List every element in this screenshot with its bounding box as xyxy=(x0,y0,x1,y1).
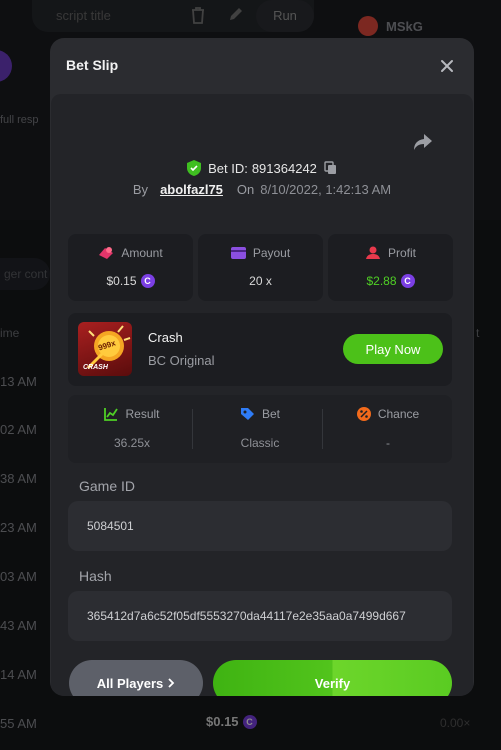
hash-label: Hash xyxy=(79,568,112,584)
result-label: Result xyxy=(125,407,160,421)
payout-label: Payout xyxy=(252,246,291,260)
bet-author-row: By abolfazl75 On 8/10/2022, 1:42:13 AM xyxy=(51,182,473,197)
chevron-right-icon xyxy=(168,678,175,688)
payout-stat: Payout 20 x xyxy=(198,234,323,301)
game-id-field[interactable]: 5084501 xyxy=(68,501,452,551)
result-column: Result 36.25x xyxy=(68,395,196,463)
coin-icon: C xyxy=(400,274,415,288)
all-players-button[interactable]: All Players xyxy=(69,660,203,696)
crash-game-thumbnail[interactable]: 999x CRASH xyxy=(78,322,132,376)
amount-stat: Amount $0.15 C xyxy=(68,234,193,301)
bet-id-row: Bet ID: 891364242 xyxy=(51,160,473,176)
divider xyxy=(322,409,323,449)
profit-label: Profit xyxy=(387,246,416,260)
chance-label: Chance xyxy=(377,407,420,421)
bet-slip-modal: Bet Slip Bet ID: 891364242 By abolfazl75… xyxy=(50,38,474,696)
bet-label: Bet xyxy=(261,407,280,421)
all-players-label: All Players xyxy=(96,675,164,691)
close-icon[interactable] xyxy=(438,57,456,75)
modal-header: Bet Slip xyxy=(50,38,474,94)
crash-thumb-caption: CRASH xyxy=(83,364,108,371)
modal-title: Bet Slip xyxy=(66,57,119,73)
copy-icon[interactable] xyxy=(324,161,337,175)
shield-check-icon xyxy=(187,160,202,176)
play-now-button[interactable]: Play Now xyxy=(343,334,443,364)
game-provider: BC Original xyxy=(148,353,215,368)
bet-details-panel: Bet ID: 891364242 By abolfazl75 On 8/10/… xyxy=(50,94,474,696)
bet-id-label: Bet ID: xyxy=(208,160,248,176)
result-chart-icon xyxy=(104,408,119,421)
bet-details-card: Bet ID: 891364242 By abolfazl75 On 8/10/… xyxy=(51,94,473,696)
divider xyxy=(192,409,193,449)
payout-icon xyxy=(230,247,246,259)
result-row: Result 36.25x Bet Classic Chance - xyxy=(68,395,452,463)
by-label: By xyxy=(132,182,149,197)
percent-icon xyxy=(356,407,371,421)
profit-value: $2.88 xyxy=(366,274,397,288)
chance-column: Chance - xyxy=(324,395,452,463)
amount-icon xyxy=(99,247,114,259)
hash-field[interactable]: 365412d7a6c52f05df5553270da44117e2e35aa0… xyxy=(68,591,452,641)
bet-tag-icon xyxy=(240,408,254,420)
game-id-label: Game ID xyxy=(79,478,136,494)
result-value: 36.25x xyxy=(113,436,151,450)
game-name: Crash xyxy=(148,330,183,345)
game-row: 999x CRASH Crash BC Original Play Now xyxy=(68,313,452,386)
bet-id-value: 891364242 xyxy=(251,160,317,176)
bet-date: 8/10/2022, 1:42:13 AM xyxy=(260,182,392,197)
payout-value: 20 x xyxy=(249,274,272,288)
amount-value: $0.15 xyxy=(106,274,137,288)
share-icon[interactable] xyxy=(413,133,433,151)
profit-icon xyxy=(365,246,380,259)
verify-button[interactable]: Verify xyxy=(213,660,452,696)
chance-value: - xyxy=(386,436,390,450)
username-link[interactable]: abolfazl75 xyxy=(160,182,223,197)
amount-label: Amount xyxy=(121,246,163,260)
coin-icon: C xyxy=(140,274,155,288)
on-label: On xyxy=(236,182,255,197)
bet-column: Bet Classic xyxy=(196,395,324,463)
bet-value: Classic xyxy=(240,436,280,450)
profit-stat: Profit $2.88 C xyxy=(328,234,453,301)
